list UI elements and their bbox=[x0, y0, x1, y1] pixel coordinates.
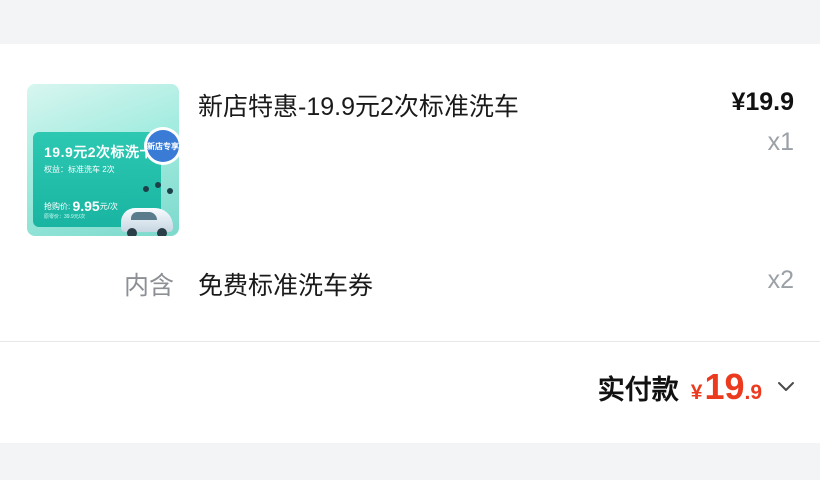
contains-label: 内含 bbox=[124, 272, 175, 300]
water-drop bbox=[167, 188, 173, 194]
car-window bbox=[131, 212, 157, 220]
thumbnail-price-label: 抢购价: bbox=[44, 202, 73, 211]
thumbnail-price-value: 9.95 bbox=[72, 198, 100, 214]
car-wheel-rear bbox=[157, 228, 167, 236]
chevron-down-icon[interactable] bbox=[776, 380, 796, 394]
thumbnail-original-price: 原零价：39.9元/次 bbox=[44, 214, 86, 220]
product-quantity: x1 bbox=[767, 128, 794, 156]
thumbnail-title: 19.9元2次标洗卡 bbox=[44, 144, 155, 160]
total-amount-integer: 19 bbox=[704, 366, 745, 407]
total-row[interactable]: 实付款 ¥ 19 .9 bbox=[598, 366, 796, 408]
order-card: 19.9元2次标洗卡 权益：标准洗车 2次 抢购价: 9.95元/次 原零价：3… bbox=[0, 44, 820, 443]
currency-symbol: ¥ bbox=[690, 381, 703, 404]
divider bbox=[0, 341, 820, 342]
new-store-badge: 新店专享 bbox=[147, 130, 179, 162]
total-amount-decimal: .9 bbox=[744, 381, 762, 404]
product-title[interactable]: 新店特惠-19.9元2次标准洗车 bbox=[198, 87, 519, 123]
water-drop bbox=[155, 182, 161, 188]
thumbnail-benefit: 权益：标准洗车 2次 bbox=[44, 165, 115, 174]
thumbnail-price: 抢购价: 9.95元/次 bbox=[44, 198, 118, 214]
total-label: 实付款 bbox=[597, 375, 679, 405]
contains-quantity: x2 bbox=[767, 266, 794, 294]
thumbnail-price-unit: 元/次 bbox=[99, 202, 118, 211]
contains-item: 免费标准洗车券 bbox=[198, 272, 374, 300]
water-drop bbox=[143, 186, 149, 192]
product-thumbnail[interactable]: 19.9元2次标洗卡 权益：标准洗车 2次 抢购价: 9.95元/次 原零价：3… bbox=[27, 84, 179, 236]
product-price: ¥19.9 bbox=[731, 88, 794, 116]
car-wheel-front bbox=[127, 228, 137, 236]
